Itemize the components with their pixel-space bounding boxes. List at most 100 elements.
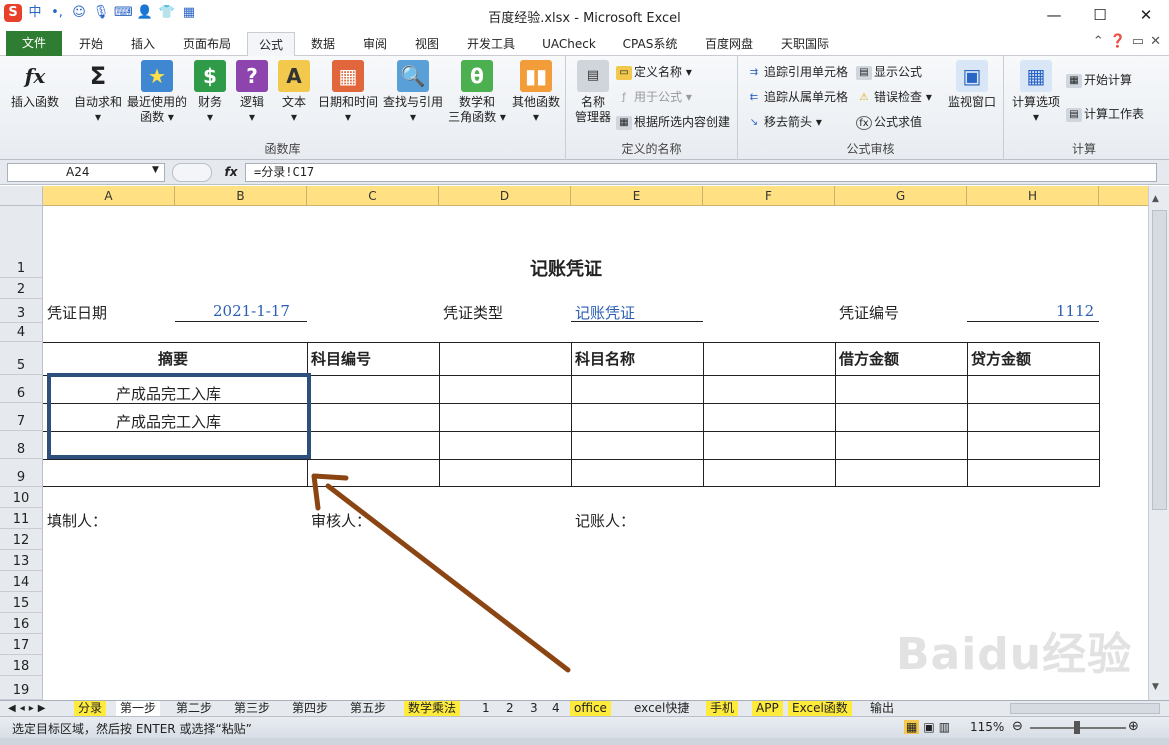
name-manager-icon: ▤: [577, 60, 609, 92]
sheet-tab-4[interactable]: 4: [548, 701, 564, 716]
lookup-reference-button[interactable]: 🔍 查找与引用 ▾: [382, 60, 444, 125]
tab-formulas[interactable]: 公式: [247, 32, 295, 57]
group-function-library: fx 插入函数 Σ 自动求和 ▾ ★ 最近使用的 函数 ▾ $ 财务 ▾ ? 逻辑 ▾ …: [0, 56, 566, 160]
sheet-tab-app[interactable]: APP: [752, 701, 783, 716]
group-calculation: ▦ 计算选项 ▾ ▦ 开始计算 ▤ 计算工作表 计算: [1004, 56, 1164, 160]
expand-icon[interactable]: [172, 163, 212, 182]
recently-used-button[interactable]: ★ 最近使用的 函数 ▾: [126, 60, 188, 125]
page-layout-view-icon[interactable]: ▣: [923, 720, 934, 734]
tab-cpas[interactable]: CPAS系统: [614, 32, 686, 56]
error-checking-button[interactable]: ⚠ 错误检查 ▾: [856, 87, 932, 107]
watch-window-icon: ▣: [956, 60, 988, 92]
worksheet-grid[interactable]: A B C D E F G H I 1 2 3 4 5 6 7 8 9 10 1…: [0, 186, 1148, 700]
tab-developer[interactable]: 开发工具: [458, 32, 524, 56]
horizontal-scrollbar[interactable]: [1010, 703, 1160, 714]
sheet-tab-excel-functions[interactable]: Excel函数: [788, 701, 852, 716]
books-icon: ▮▮: [520, 60, 552, 92]
ribbon: fx 插入函数 Σ 自动求和 ▾ ★ 最近使用的 函数 ▾ $ 财务 ▾ ? 逻辑 ▾ …: [0, 56, 1169, 160]
zoom-slider-thumb[interactable]: [1074, 721, 1080, 734]
caret-up-icon[interactable]: ⌃: [1093, 34, 1104, 49]
calculate-now-icon: ▦: [1066, 73, 1082, 88]
tab-page-layout[interactable]: 页面布局: [174, 32, 240, 56]
insert-function-fx-button[interactable]: fx: [220, 163, 242, 182]
sheet-tab-3[interactable]: 3: [526, 701, 542, 716]
watch-window-button[interactable]: ▣ 监视窗口: [942, 60, 1002, 110]
sheet-tab-phone[interactable]: 手机: [706, 701, 739, 716]
sheet-tab-step5[interactable]: 第五步: [346, 701, 390, 716]
group-formula-auditing: ⇉ 追踪引用单元格 ⇇ 追踪从属单元格 ↘ 移去箭头 ▾ ▤ 显示公式 ⚠ 错误检查 ▾ …: [738, 56, 1004, 160]
scroll-up-icon[interactable]: ▲: [1152, 194, 1159, 204]
financial-button[interactable]: $ 财务 ▾: [190, 60, 230, 125]
tab-baidu-netdisk[interactable]: 百度网盘: [696, 32, 762, 56]
sheet-tab-step4[interactable]: 第四步: [288, 701, 332, 716]
help-icon[interactable]: ❓: [1110, 34, 1126, 49]
logical-button[interactable]: ? 逻辑 ▾: [232, 60, 272, 125]
group-defined-names: ▤ 名称 管理器 ▭ 定义名称 ▾ ƒ 用于公式 ▾ ▦ 根据所选内容创建 定义的名称: [566, 56, 738, 160]
name-box-dropdown-icon[interactable]: ▼: [152, 165, 159, 175]
sheet-tab-office[interactable]: office: [570, 701, 611, 716]
more-functions-button[interactable]: ▮▮ 其他函数 ▾: [508, 60, 564, 125]
remove-arrows-button[interactable]: ↘ 移去箭头 ▾: [746, 112, 822, 132]
close-button[interactable]: ✕: [1123, 0, 1169, 30]
maximize-button[interactable]: ☐: [1077, 0, 1123, 30]
sheet-tab-1[interactable]: 1: [478, 701, 494, 716]
workbook-close-icon[interactable]: ✕: [1150, 34, 1161, 49]
sheet-tab-step3[interactable]: 第三步: [230, 701, 274, 716]
zoom-out-icon[interactable]: ⊖: [1012, 719, 1023, 734]
page-break-view-icon[interactable]: ▥: [939, 720, 950, 734]
formula-input[interactable]: =分录!C17: [245, 163, 1157, 182]
define-name-button[interactable]: ▭ 定义名称 ▾: [616, 62, 692, 82]
vertical-scrollbar[interactable]: ▲ ▼: [1148, 186, 1169, 700]
trace-precedents-icon: ⇉: [749, 66, 759, 78]
tab-uacheck[interactable]: UACheck: [534, 32, 604, 56]
taskbar-strip: [0, 738, 1169, 745]
sheet-tab-step2[interactable]: 第二步: [172, 701, 216, 716]
math-trig-button[interactable]: θ 数学和 三角函数 ▾: [446, 60, 508, 125]
fx-icon: fx: [24, 64, 46, 88]
book-question-icon: ?: [236, 60, 268, 92]
tab-insert[interactable]: 插入: [122, 32, 164, 56]
autosum-button[interactable]: Σ 自动求和 ▾: [70, 60, 126, 125]
sheet-tab-math[interactable]: 数学乘法: [404, 701, 461, 716]
scroll-thumb[interactable]: [1152, 210, 1167, 510]
show-formulas-button[interactable]: ▤ 显示公式: [856, 62, 922, 82]
scroll-down-icon[interactable]: ▼: [1152, 682, 1159, 692]
create-from-selection-button[interactable]: ▦ 根据所选内容创建: [616, 112, 730, 132]
formula-bar: A24 ▼ fx =分录!C17: [0, 160, 1169, 185]
sheet-tab-excel-shortcut[interactable]: excel快捷: [630, 701, 693, 716]
normal-view-icon[interactable]: ▦: [904, 720, 920, 734]
group-label-calculation: 计算: [1071, 142, 1096, 156]
use-in-formula-button[interactable]: ƒ 用于公式 ▾: [616, 87, 692, 107]
tab-view[interactable]: 视图: [406, 32, 448, 56]
trace-precedents-button[interactable]: ⇉ 追踪引用单元格: [746, 62, 848, 82]
minimize-button[interactable]: —: [1031, 0, 1077, 30]
tab-data[interactable]: 数据: [302, 32, 344, 56]
calculation-options-button[interactable]: ▦ 计算选项 ▾: [1008, 60, 1064, 125]
book-theta-icon: θ: [461, 60, 493, 92]
zoom-level[interactable]: 115%: [970, 720, 1004, 734]
tab-file[interactable]: 文件: [6, 31, 62, 56]
error-checking-icon: ⚠: [859, 91, 869, 103]
date-time-button[interactable]: ▦ 日期和时间 ▾: [316, 60, 380, 125]
sheet-nav-arrows-icon[interactable]: ◀◂▸▶: [8, 701, 49, 716]
restore-icon[interactable]: ▭: [1132, 34, 1144, 49]
sheet-tab-output[interactable]: 输出: [866, 701, 898, 716]
text-button[interactable]: A 文本 ▾: [274, 60, 314, 125]
tab-home[interactable]: 开始: [70, 32, 112, 56]
evaluate-formula-button[interactable]: fx 公式求值: [856, 112, 922, 132]
calculate-now-button[interactable]: ▦ 开始计算: [1066, 70, 1132, 90]
zoom-in-icon[interactable]: ⊕: [1128, 719, 1139, 734]
insert-function-button[interactable]: fx 插入函数: [6, 60, 64, 110]
name-box[interactable]: A24: [7, 163, 165, 182]
status-bar: 选定目标区域，然后按 ENTER 或选择“粘贴” ▦ ▣ ▥ 115% ⊖ ⊕: [0, 716, 1169, 738]
sheet-tabs-bar: ◀◂▸▶ 分录 第一步 第二步 第三步 第四步 第五步 数学乘法 1 2 3 4…: [0, 700, 1169, 716]
calculate-sheet-button[interactable]: ▤ 计算工作表: [1066, 104, 1144, 124]
name-manager-button[interactable]: ▤ 名称 管理器: [570, 60, 616, 125]
trace-dependents-button[interactable]: ⇇ 追踪从属单元格: [746, 87, 848, 107]
tab-tianzhi[interactable]: 天职国际: [772, 32, 838, 56]
trace-dependents-icon: ⇇: [749, 91, 759, 103]
tab-review[interactable]: 审阅: [354, 32, 396, 56]
sheet-tab-fenlu[interactable]: 分录: [74, 701, 107, 716]
sheet-tab-step1[interactable]: 第一步: [116, 701, 161, 716]
sheet-tab-2[interactable]: 2: [502, 701, 518, 716]
